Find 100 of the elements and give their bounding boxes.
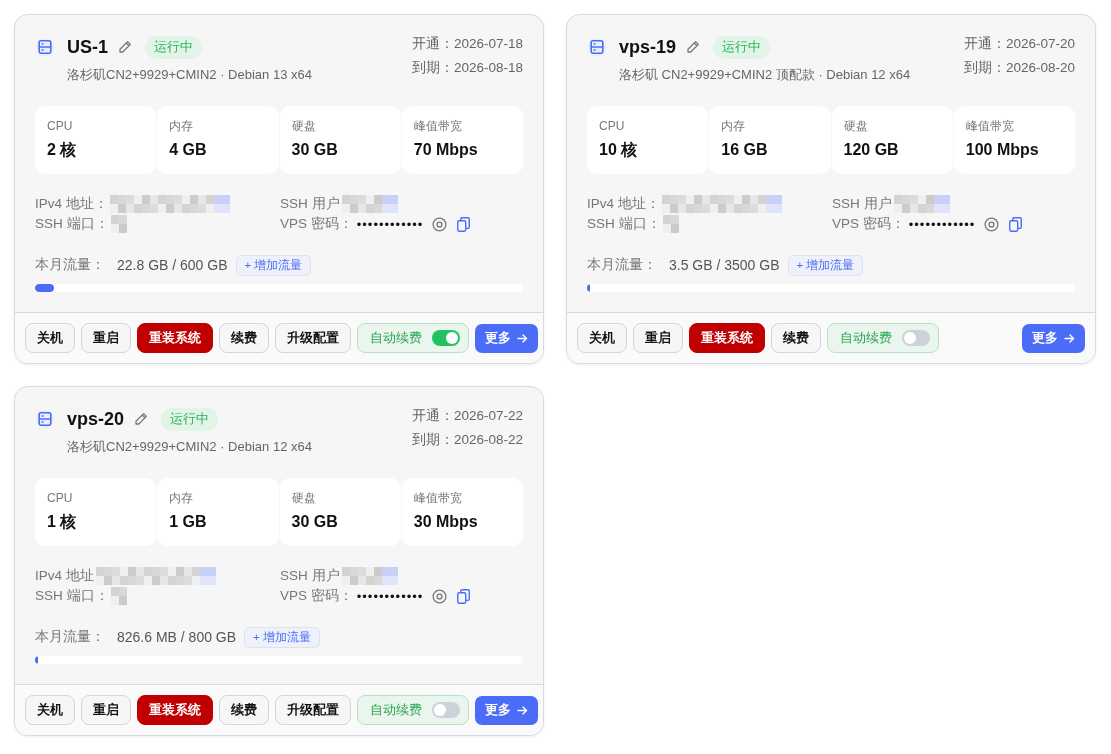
- ip-label: IPv4 地址：: [587, 195, 660, 213]
- traffic-label: 本月流量：: [35, 628, 105, 646]
- arrow-right-icon: [517, 333, 528, 343]
- add-traffic-button[interactable]: + 增加流量: [244, 626, 320, 648]
- eye-icon[interactable]: [984, 216, 1000, 232]
- pencil-icon[interactable]: [118, 40, 132, 54]
- ip-label: IPv4 地址：: [35, 195, 108, 213]
- spec-label: 峰值带宽: [413, 118, 463, 134]
- copy-icon[interactable]: [457, 588, 471, 604]
- spec-value: 16 GB: [721, 140, 769, 160]
- copy-icon[interactable]: [1009, 216, 1023, 232]
- spec-label: 硬盘: [291, 490, 317, 506]
- spec-value: 10 核: [599, 140, 639, 160]
- server-name: US-1: [67, 36, 108, 58]
- add-traffic-button[interactable]: + 增加流量: [235, 254, 312, 276]
- server-icon: [588, 38, 606, 56]
- arrow-right-icon: [517, 705, 528, 715]
- action-button[interactable]: 关机: [25, 323, 75, 353]
- toggle-switch[interactable]: [432, 330, 460, 346]
- spec-value: 30 GB: [291, 140, 339, 160]
- password-value: ••••••••••••: [356, 216, 424, 232]
- status-tag: 运行中: [713, 35, 771, 59]
- ssh-port-label: SSH 端口：: [587, 215, 661, 233]
- ssh-user-label: SSH 用户: [280, 195, 340, 213]
- action-button[interactable]: 升级配置: [275, 695, 351, 725]
- redacted-value: [662, 215, 679, 233]
- copy-icon[interactable]: [457, 216, 471, 232]
- spec-label: 硬盘: [843, 118, 869, 134]
- spec-label: CPU: [47, 118, 74, 134]
- redacted-value: [341, 567, 398, 585]
- ssh-port-label: SSH 端口：: [35, 215, 109, 233]
- traffic-value: 22.8 GB / 600 GB: [117, 257, 228, 273]
- reinstall-button[interactable]: 重装系统: [137, 695, 213, 725]
- reinstall-button[interactable]: 重装系统: [137, 323, 213, 353]
- pencil-icon[interactable]: [134, 412, 149, 426]
- server-name: vps-20: [67, 408, 125, 430]
- server-name: vps-19: [619, 36, 677, 58]
- server-plan: 洛杉矶CN2+9929+CMIN2 · Debian 12 x64: [67, 438, 312, 456]
- redacted-value: [893, 195, 950, 213]
- toggle-switch[interactable]: [432, 702, 460, 718]
- action-button[interactable]: 重启: [81, 695, 131, 725]
- date-text: 开通：2026-07-20: [963, 35, 1075, 53]
- traffic-label: 本月流量：: [35, 256, 105, 274]
- spec-value: 1 核: [47, 512, 78, 532]
- spec-label: 内存: [721, 118, 747, 134]
- action-button[interactable]: 重启: [81, 323, 131, 353]
- action-button[interactable]: 续费: [771, 323, 821, 353]
- redacted-value: [341, 195, 398, 213]
- date-text: 到期：2026-08-18: [411, 59, 523, 77]
- spec-value: 4 GB: [169, 140, 208, 160]
- toggle-switch[interactable]: [902, 330, 930, 346]
- spec-value: 100 Mbps: [965, 140, 1040, 160]
- status-tag: 运行中: [145, 35, 202, 59]
- date-text: 到期：2026-08-22: [411, 431, 523, 449]
- spec-label: CPU: [47, 490, 74, 506]
- password-label: VPS 密码：: [832, 215, 905, 233]
- spec-value: 120 GB: [843, 140, 900, 160]
- action-button[interactable]: 续费: [219, 323, 269, 353]
- server-icon: [36, 38, 54, 56]
- ip-label: IPv4 地址: [35, 567, 94, 585]
- server-plan: 洛杉矶 CN2+9929+CMIN2 顶配款 · Debian 12 x64: [619, 66, 911, 84]
- reinstall-button[interactable]: 重装系统: [689, 323, 765, 353]
- date-text: 到期：2026-08-20: [963, 59, 1075, 77]
- server-plan: 洛杉矶CN2+9929+CMIN2 · Debian 13 x64: [67, 66, 312, 84]
- ssh-user-label: SSH 用户: [832, 195, 892, 213]
- status-tag: 运行中: [161, 407, 219, 431]
- date-text: 开通：2026-07-22: [411, 407, 523, 425]
- spec-label: 硬盘: [291, 118, 317, 134]
- password-label: VPS 密码：: [280, 587, 353, 605]
- spec-label: CPU: [599, 118, 626, 134]
- redacted-value: [110, 215, 127, 233]
- action-button[interactable]: 关机: [25, 695, 75, 725]
- redacted-value: [110, 587, 127, 605]
- arrow-right-icon: [1064, 333, 1075, 343]
- password-value: ••••••••••••: [908, 216, 976, 232]
- add-traffic-button[interactable]: + 增加流量: [787, 254, 864, 276]
- pencil-icon[interactable]: [686, 40, 701, 54]
- more-button[interactable]: 更多: [1022, 323, 1085, 353]
- traffic-value: 826.6 MB / 800 GB: [117, 629, 237, 645]
- spec-value: 30 GB: [291, 512, 339, 532]
- server-icon: [36, 410, 54, 428]
- traffic-label: 本月流量：: [587, 256, 657, 274]
- action-button[interactable]: 关机: [577, 323, 627, 353]
- traffic-value: 3.5 GB / 3500 GB: [669, 257, 780, 273]
- ssh-port-label: SSH 端口：: [35, 587, 109, 605]
- action-button[interactable]: 续费: [219, 695, 269, 725]
- spec-value: 70 Mbps: [413, 140, 479, 160]
- eye-icon[interactable]: [432, 216, 448, 232]
- spec-label: 峰值带宽: [413, 490, 463, 506]
- more-button[interactable]: 更多: [475, 695, 538, 725]
- eye-icon[interactable]: [432, 588, 448, 604]
- spec-value: 2 核: [47, 140, 78, 160]
- more-button[interactable]: 更多: [475, 323, 538, 353]
- action-button[interactable]: 重启: [633, 323, 683, 353]
- action-button[interactable]: 升级配置: [275, 323, 351, 353]
- spec-value: 30 Mbps: [413, 512, 479, 532]
- spec-value: 1 GB: [169, 512, 208, 532]
- spec-label: 内存: [169, 118, 195, 134]
- date-text: 开通：2026-07-18: [411, 35, 523, 53]
- spec-label: 峰值带宽: [965, 118, 1015, 134]
